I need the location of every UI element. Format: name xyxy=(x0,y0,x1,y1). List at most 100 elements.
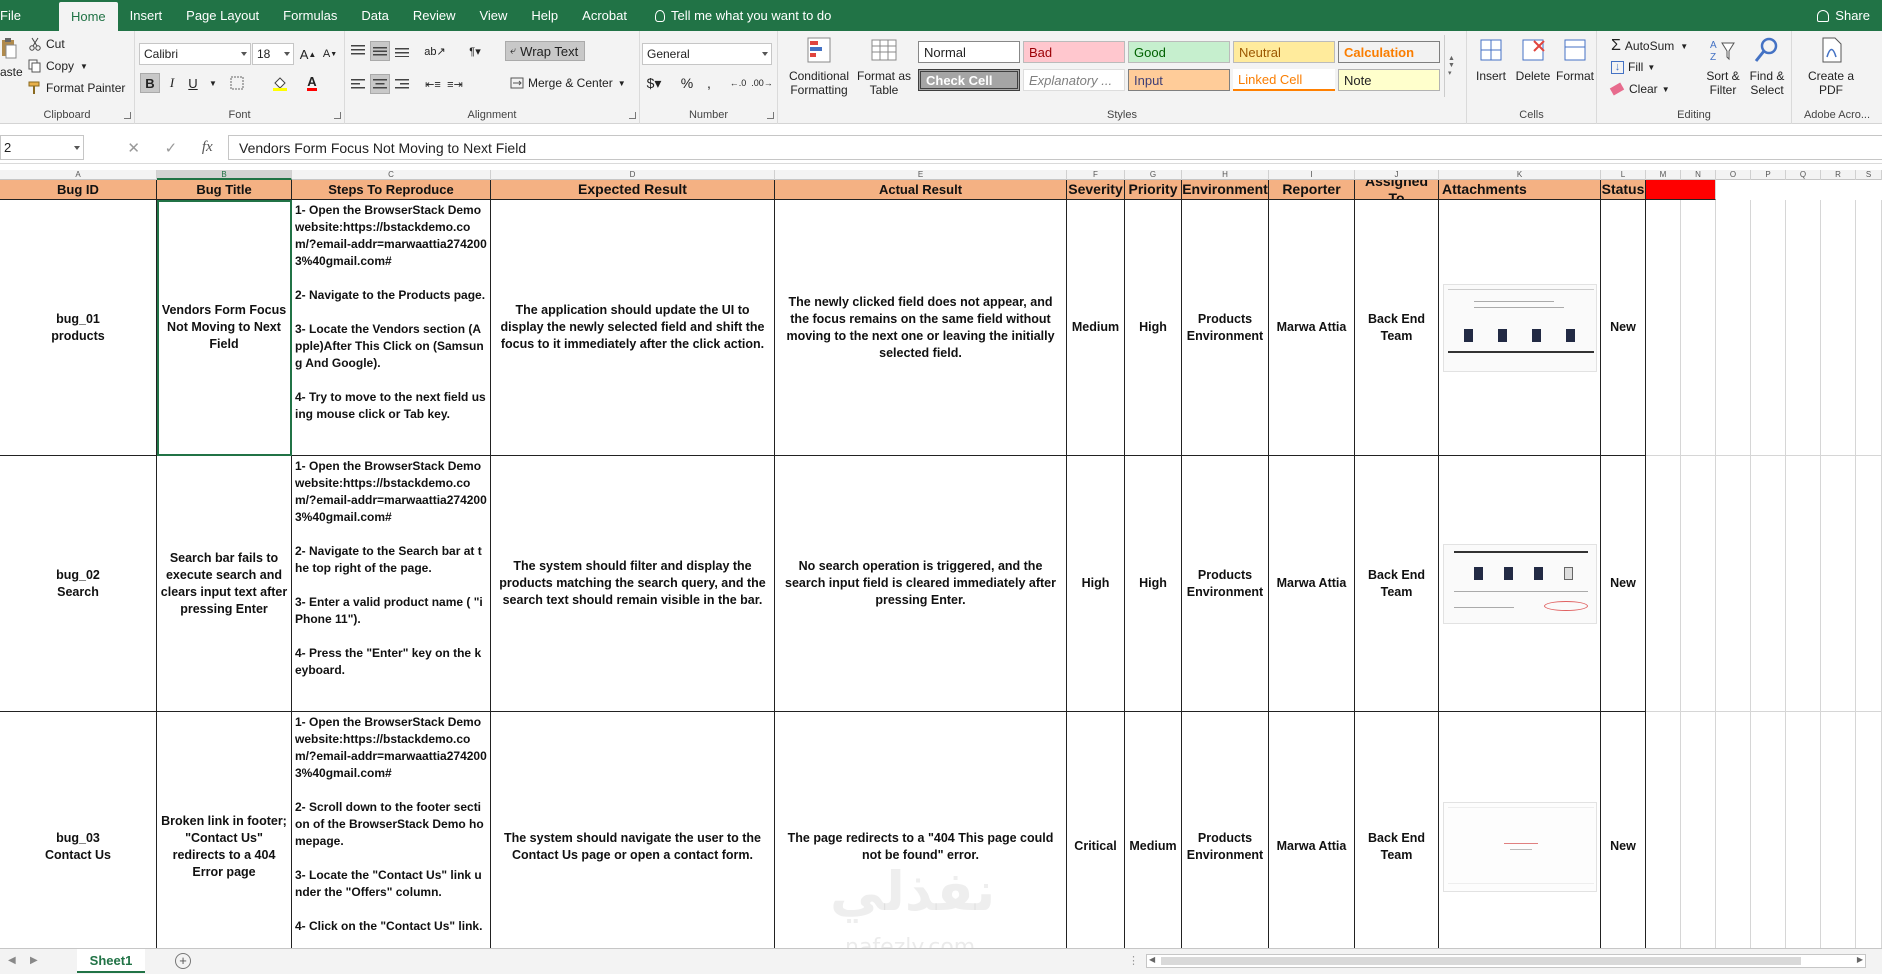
style-neutral[interactable]: Neutral xyxy=(1233,41,1335,63)
cell-environment[interactable]: Products Environment xyxy=(1182,200,1269,456)
cell-steps[interactable]: 1- Open the BrowserStack Demo website:ht… xyxy=(292,456,491,712)
column-header-r[interactable]: R xyxy=(1821,170,1856,180)
percent-icon[interactable]: % xyxy=(677,73,697,93)
font-name-dropdown[interactable]: Calibri xyxy=(139,43,251,65)
empty-cell[interactable] xyxy=(1856,712,1882,948)
style-note[interactable]: Note xyxy=(1338,69,1440,91)
bold-button[interactable]: B xyxy=(140,73,160,93)
empty-cell[interactable] xyxy=(1646,200,1681,456)
decrease-decimal-icon[interactable]: .00→ xyxy=(751,73,773,93)
fill-color-icon[interactable] xyxy=(270,73,290,93)
fill-dropdown-icon[interactable]: ▼ xyxy=(1647,63,1655,72)
cell-status[interactable]: New xyxy=(1601,712,1646,948)
align-center-icon[interactable] xyxy=(370,74,390,94)
styles-gallery-scroll[interactable]: ▲ ▼ ▾ xyxy=(1444,35,1458,97)
sheet-tab-sheet1[interactable]: Sheet1 xyxy=(77,949,145,973)
style-good[interactable]: Good xyxy=(1128,41,1230,63)
empty-cell[interactable] xyxy=(1821,456,1856,712)
tab-review[interactable]: Review xyxy=(401,0,468,31)
cell-bug-title[interactable]: Broken link in footer; "Contact Us" redi… xyxy=(157,712,292,948)
empty-cell[interactable] xyxy=(1751,712,1786,948)
red-marker-cell[interactable] xyxy=(1646,180,1716,200)
empty-cell[interactable] xyxy=(1821,712,1856,948)
attachment-screenshot-3[interactable] xyxy=(1442,801,1597,892)
cell-assigned[interactable]: Back End Team xyxy=(1355,712,1439,948)
tell-me-box[interactable]: Tell me what you want to do xyxy=(639,0,843,31)
header-expected[interactable]: Expected Result xyxy=(491,180,775,200)
find-select-button[interactable]: Find & Select xyxy=(1745,35,1789,97)
tab-home[interactable]: Home xyxy=(58,2,118,31)
horizontal-scrollbar[interactable]: ◀ ▶ xyxy=(1146,954,1866,968)
wrap-text-button[interactable]: ⤶ Wrap Text xyxy=(505,41,585,61)
cell-severity[interactable]: Critical xyxy=(1067,712,1125,948)
header-attachments[interactable]: Attachments xyxy=(1439,180,1601,200)
cell-expected[interactable]: The system should navigate the user to t… xyxy=(491,712,775,948)
cell-severity[interactable]: High xyxy=(1067,456,1125,712)
cell-steps[interactable]: 1- Open the BrowserStack Demo website:ht… xyxy=(292,712,491,948)
format-cells-button[interactable]: Format xyxy=(1555,35,1595,83)
align-middle-icon[interactable] xyxy=(370,41,390,61)
cell-environment[interactable]: Products Environment xyxy=(1182,456,1269,712)
style-calculation[interactable]: Calculation xyxy=(1338,41,1440,63)
cell-reporter[interactable]: Marwa Attia xyxy=(1269,456,1355,712)
column-header-p[interactable]: P xyxy=(1751,170,1786,180)
header-steps[interactable]: Steps To Reproduce xyxy=(292,180,491,200)
cell-environment[interactable]: Products Environment xyxy=(1182,712,1269,948)
empty-cell[interactable] xyxy=(1786,712,1821,948)
column-header-m[interactable]: M xyxy=(1646,170,1681,180)
align-top-icon[interactable] xyxy=(348,41,368,61)
format-painter-button[interactable]: Format Painter xyxy=(28,81,125,95)
style-input[interactable]: Input xyxy=(1128,69,1230,91)
empty-cell[interactable] xyxy=(1751,456,1786,712)
font-color-icon[interactable]: A xyxy=(302,73,322,93)
merge-center-button[interactable]: Merge & Center ▼ xyxy=(510,76,626,90)
currency-icon[interactable]: $▾ xyxy=(644,73,664,93)
tab-split-handle[interactable]: ⋮ xyxy=(1128,954,1139,967)
column-header-g[interactable]: G xyxy=(1125,170,1182,180)
cell-reporter[interactable]: Marwa Attia xyxy=(1269,712,1355,948)
copy-dropdown-icon[interactable]: ▼ xyxy=(80,62,88,71)
style-normal[interactable]: Normal xyxy=(918,41,1020,63)
next-sheet-icon[interactable]: ▶ xyxy=(30,955,38,966)
header-priority[interactable]: Priority xyxy=(1125,180,1182,200)
number-format-dropdown[interactable]: General xyxy=(642,43,772,65)
tab-acrobat[interactable]: Acrobat xyxy=(570,0,639,31)
format-as-table-button[interactable]: Format as Table xyxy=(854,35,914,97)
column-header-j[interactable]: J xyxy=(1355,170,1439,180)
cell-expected[interactable]: The application should update the UI to … xyxy=(491,200,775,456)
align-right-icon[interactable] xyxy=(392,74,412,94)
cell-assigned[interactable]: Back End Team xyxy=(1355,456,1439,712)
cell-priority[interactable]: Medium xyxy=(1125,712,1182,948)
tab-help[interactable]: Help xyxy=(519,0,570,31)
align-bottom-icon[interactable] xyxy=(392,41,412,61)
autosum-button[interactable]: Σ AutoSum ▼ xyxy=(1611,37,1688,55)
column-header-q[interactable]: Q xyxy=(1786,170,1821,180)
scroll-right-icon[interactable]: ▶ xyxy=(1857,955,1863,964)
empty-cell[interactable] xyxy=(1716,712,1751,948)
header-status[interactable]: Status xyxy=(1601,180,1646,200)
cell-priority[interactable]: High xyxy=(1125,456,1182,712)
empty-cell[interactable] xyxy=(1646,456,1681,712)
column-header-h[interactable]: H xyxy=(1182,170,1269,180)
decrease-font-icon[interactable]: A ▼ xyxy=(320,44,340,64)
header-bug-title[interactable]: Bug Title xyxy=(157,180,292,200)
tab-insert[interactable]: Insert xyxy=(118,0,175,31)
increase-font-icon[interactable]: A ▲ xyxy=(298,44,318,64)
create-pdf-button[interactable]: Create a PDF xyxy=(1806,35,1856,97)
clear-button[interactable]: Clear ▼ xyxy=(1609,82,1670,96)
empty-cell[interactable] xyxy=(1716,200,1751,456)
empty-cell[interactable] xyxy=(1646,712,1681,948)
attachment-screenshot-1[interactable] xyxy=(1442,283,1597,372)
cell-bug-id[interactable]: bug_02 Search xyxy=(0,456,157,712)
style-explanatory[interactable]: Explanatory ... xyxy=(1023,69,1125,91)
increase-decimal-icon[interactable]: ←.0 xyxy=(728,73,748,93)
fill-button[interactable]: ↓ Fill ▼ xyxy=(1611,60,1655,74)
cell-status[interactable]: New xyxy=(1601,456,1646,712)
scroll-left-icon[interactable]: ◀ xyxy=(1149,955,1155,964)
font-launcher-icon[interactable] xyxy=(334,112,341,119)
underline-dropdown-icon[interactable]: ▼ xyxy=(203,73,223,93)
cell-bug-id[interactable]: bug_03 Contact Us xyxy=(0,712,157,948)
align-left-icon[interactable] xyxy=(348,74,368,94)
prev-sheet-icon[interactable]: ◀ xyxy=(8,955,16,966)
enter-icon[interactable]: ✓ xyxy=(165,139,178,157)
